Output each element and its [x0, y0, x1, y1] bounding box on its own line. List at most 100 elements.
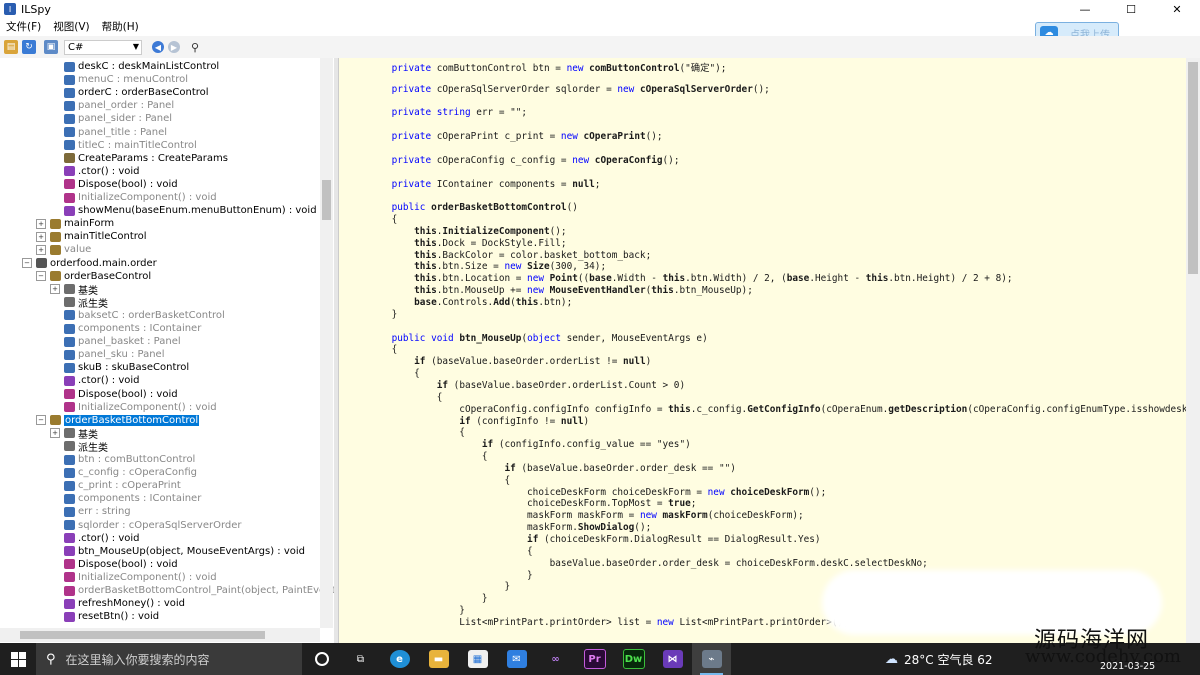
tree-node[interactable]: btn : comButtonControl — [64, 453, 195, 466]
tree-node[interactable]: − orderBaseControl — [36, 270, 151, 283]
code-line: maskForm maskForm = new maskForm(choiceD… — [369, 510, 804, 521]
tree-vertical-scroll-thumb[interactable] — [322, 180, 331, 220]
forward-icon[interactable]: ▶ — [168, 41, 180, 53]
language-select[interactable]: C# ▼ — [64, 39, 142, 55]
tree-node[interactable]: showMenu(baseEnum.menuButtonEnum) : void — [64, 204, 317, 217]
code-token: Point — [549, 273, 578, 285]
tree-node-label: .ctor() : void — [78, 375, 140, 387]
tree-node[interactable]: err : string — [64, 505, 131, 518]
taskbar-store[interactable]: ▦ — [458, 643, 497, 675]
taskbar-dreamweaver[interactable]: Dw — [614, 643, 653, 675]
tree-node[interactable]: + mainTitleControl — [36, 230, 147, 243]
menu-file[interactable]: 文件(F) — [6, 19, 41, 34]
tree-node[interactable]: baksetC : orderBasketControl — [64, 309, 225, 322]
tree-node[interactable]: Dispose(bool) : void — [64, 178, 178, 191]
tree-node[interactable]: Dispose(bool) : void — [64, 388, 178, 401]
tree-node-label: Dispose(bool) : void — [78, 178, 178, 190]
tree-node[interactable]: 派生类 — [64, 296, 108, 310]
tree-node[interactable]: c_print : cOperaPrint — [64, 479, 181, 492]
taskbar-ilspy[interactable]: ⌁ — [692, 643, 731, 675]
expand-icon[interactable]: + — [36, 218, 46, 229]
search-icon[interactable]: ⚲ — [188, 40, 202, 54]
tree-node[interactable]: components : IContainer — [64, 492, 201, 505]
decompiled-code-view[interactable]: private comButtonControl btn = new comBu… — [338, 58, 1187, 643]
code-line: { — [369, 451, 488, 462]
tree-node[interactable]: panel_sku : Panel — [64, 348, 164, 361]
taskbar-search-box[interactable]: ⚲ 在这里输入你要搜索的内容 — [36, 643, 302, 675]
code-token: { — [369, 451, 488, 463]
tree-node-label: orderC : orderBaseControl — [78, 87, 209, 99]
minimize-button[interactable]: — — [1062, 0, 1108, 18]
tree-node[interactable]: + value — [36, 243, 91, 256]
system-tray[interactable]: ☁ 28°C 空气良 62 — [885, 643, 993, 675]
tree-node[interactable]: panel_basket : Panel — [64, 335, 181, 348]
tree-node[interactable]: menuC : menuControl — [64, 73, 188, 86]
tree-node[interactable]: titleC : mainTitleControl — [64, 139, 197, 152]
tree-node[interactable]: c_config : cOperaConfig — [64, 466, 197, 479]
tree-node[interactable]: sqlorder : cOperaSqlServerOrder — [64, 519, 242, 532]
assembly-tree[interactable]: deskC : deskMainListControl menuC : menuC… — [0, 58, 335, 643]
expand-icon[interactable]: + — [50, 284, 60, 295]
tree-node[interactable]: InitializeComponent() : void — [64, 571, 217, 584]
code-vertical-scroll-thumb[interactable] — [1188, 62, 1198, 274]
tree-node[interactable]: deskC : deskMainListControl — [64, 60, 219, 73]
tree-node[interactable]: + mainForm — [36, 217, 114, 230]
tree-node[interactable]: orderBasketBottomControl_Paint(object, P… — [64, 584, 334, 597]
tree-node[interactable]: − orderBasketBottomControl — [36, 414, 200, 427]
open-file-icon[interactable]: ▤ — [4, 40, 18, 54]
reload-icon[interactable]: ↻ — [22, 40, 36, 54]
taskbar-app-infinity[interactable]: ∞ — [536, 643, 575, 675]
taskbar-edge[interactable]: e — [380, 643, 419, 675]
tree-node[interactable]: InitializeComponent() : void — [64, 191, 217, 204]
start-button[interactable] — [0, 643, 36, 675]
collapse-icon[interactable]: − — [36, 271, 46, 282]
tree-node[interactable]: + 基类 — [50, 283, 98, 297]
expand-icon[interactable]: + — [36, 231, 46, 242]
tree-node[interactable]: − orderfood.main.order — [22, 257, 157, 270]
cortana-button[interactable] — [302, 643, 341, 675]
tree-node[interactable]: Dispose(bool) : void — [64, 558, 178, 571]
back-icon[interactable]: ◀ — [152, 41, 164, 53]
tree-node[interactable]: .ctor() : void — [64, 165, 140, 178]
code-vertical-scrollbar[interactable] — [1186, 58, 1200, 643]
tree-node[interactable]: orderC : orderBaseControl — [64, 86, 209, 99]
field-icon — [64, 127, 75, 137]
tree-horizontal-scroll-thumb[interactable] — [20, 631, 265, 639]
tree-node[interactable]: panel_sider : Panel — [64, 112, 172, 125]
tree-node[interactable]: .ctor() : void — [64, 374, 140, 387]
tree-node[interactable]: panel_title : Panel — [64, 126, 167, 139]
tree-node[interactable]: CreateParams : CreateParams — [64, 152, 228, 165]
tree-node[interactable]: skuB : skuBaseControl — [64, 361, 189, 374]
collapse-icon[interactable]: − — [36, 415, 46, 426]
tree-node[interactable]: btn_MouseUp(object, MouseEventArgs) : vo… — [64, 545, 305, 558]
taskbar-visual-studio[interactable]: ⋈ — [653, 643, 692, 675]
tree-vertical-scrollbar[interactable] — [320, 58, 333, 628]
tree-node[interactable]: panel_order : Panel — [64, 99, 174, 112]
method-icon — [64, 598, 75, 609]
maximize-button[interactable]: ☐ — [1108, 0, 1154, 18]
code-token: } — [369, 308, 398, 320]
tree-node[interactable]: components : IContainer — [64, 322, 201, 335]
tree-horizontal-scrollbar[interactable] — [0, 628, 320, 642]
task-view-button[interactable]: ⧉ — [341, 643, 380, 675]
code-token: List<mPrintPart.printOrder> list = — [369, 616, 657, 628]
collapse-icon[interactable]: − — [22, 258, 32, 268]
menu-help[interactable]: 帮助(H) — [102, 19, 139, 34]
tree-node[interactable]: + 基类 — [50, 427, 98, 441]
code-line: cOperaConfig.configInfo configInfo = thi… — [369, 404, 1187, 415]
tree-node[interactable]: 派生类 — [64, 440, 108, 454]
expand-icon[interactable]: + — [36, 244, 46, 255]
windows-logo-icon — [10, 651, 26, 667]
assembly-icon[interactable]: ▣ — [44, 40, 58, 54]
tree-node[interactable]: .ctor() : void — [64, 532, 140, 545]
taskbar-mail[interactable]: ✉ — [497, 643, 536, 675]
tree-node[interactable]: refreshMoney() : void — [64, 597, 185, 610]
expand-icon[interactable]: + — [50, 428, 60, 439]
tree-node[interactable]: InitializeComponent() : void — [64, 401, 217, 414]
tree-node[interactable]: resetBtn() : void — [64, 610, 159, 623]
taskbar-file-explorer[interactable]: ▬ — [419, 643, 458, 675]
close-button[interactable]: ✕ — [1154, 0, 1200, 18]
code-line: this.btn.Location = new Point((base.Widt… — [369, 273, 1012, 285]
taskbar-premiere[interactable]: Pr — [575, 643, 614, 675]
menu-view[interactable]: 视图(V) — [53, 19, 89, 34]
